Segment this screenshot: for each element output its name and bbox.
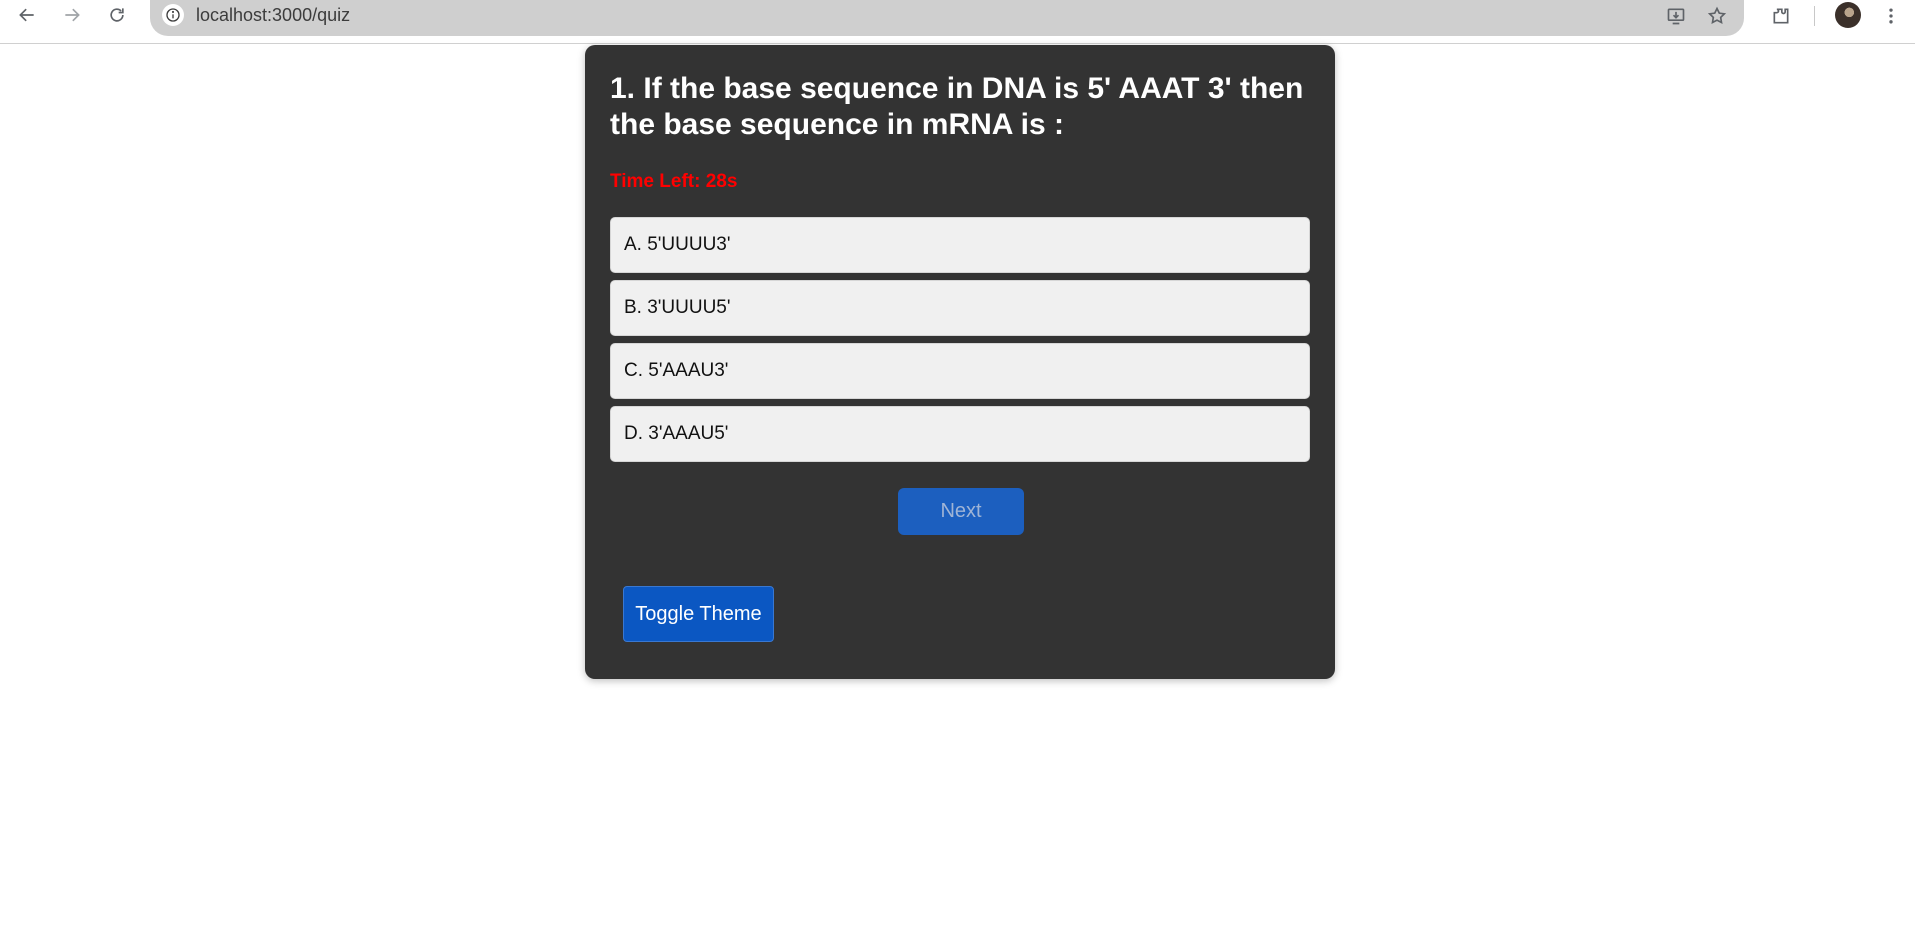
bookmark-star-icon[interactable] bbox=[1703, 3, 1731, 29]
toolbar-divider bbox=[1814, 6, 1815, 26]
quiz-card: 1. If the base sequence in DNA is 5' AAA… bbox=[585, 45, 1335, 679]
more-menu-icon[interactable] bbox=[1877, 3, 1905, 29]
address-bar[interactable]: localhost:3000/quiz bbox=[150, 0, 1744, 36]
forward-arrow-icon[interactable] bbox=[57, 3, 87, 27]
site-info-icon[interactable] bbox=[162, 4, 184, 26]
answer-option-b[interactable]: B. 3'UUUU5' bbox=[610, 280, 1310, 336]
install-app-icon[interactable] bbox=[1662, 3, 1690, 29]
url-text[interactable]: localhost:3000/quiz bbox=[196, 5, 350, 26]
question-text: 1. If the base sequence in DNA is 5' AAA… bbox=[610, 72, 1304, 141]
back-arrow-icon[interactable] bbox=[12, 3, 42, 27]
answer-option-a[interactable]: A. 5'UUUU3' bbox=[610, 217, 1310, 273]
answer-option-d[interactable]: D. 3'AAAU5' bbox=[610, 406, 1310, 462]
next-button[interactable]: Next bbox=[898, 488, 1024, 535]
browser-toolbar: localhost:3000/quiz bbox=[0, 0, 1915, 44]
toggle-theme-button[interactable]: Toggle Theme bbox=[623, 586, 774, 642]
extensions-icon[interactable] bbox=[1767, 3, 1795, 29]
time-left-label: Time Left: 28s bbox=[610, 171, 738, 192]
answer-option-c[interactable]: C. 5'AAAU3' bbox=[610, 343, 1310, 399]
reload-icon[interactable] bbox=[102, 3, 132, 27]
profile-avatar[interactable] bbox=[1835, 2, 1861, 28]
